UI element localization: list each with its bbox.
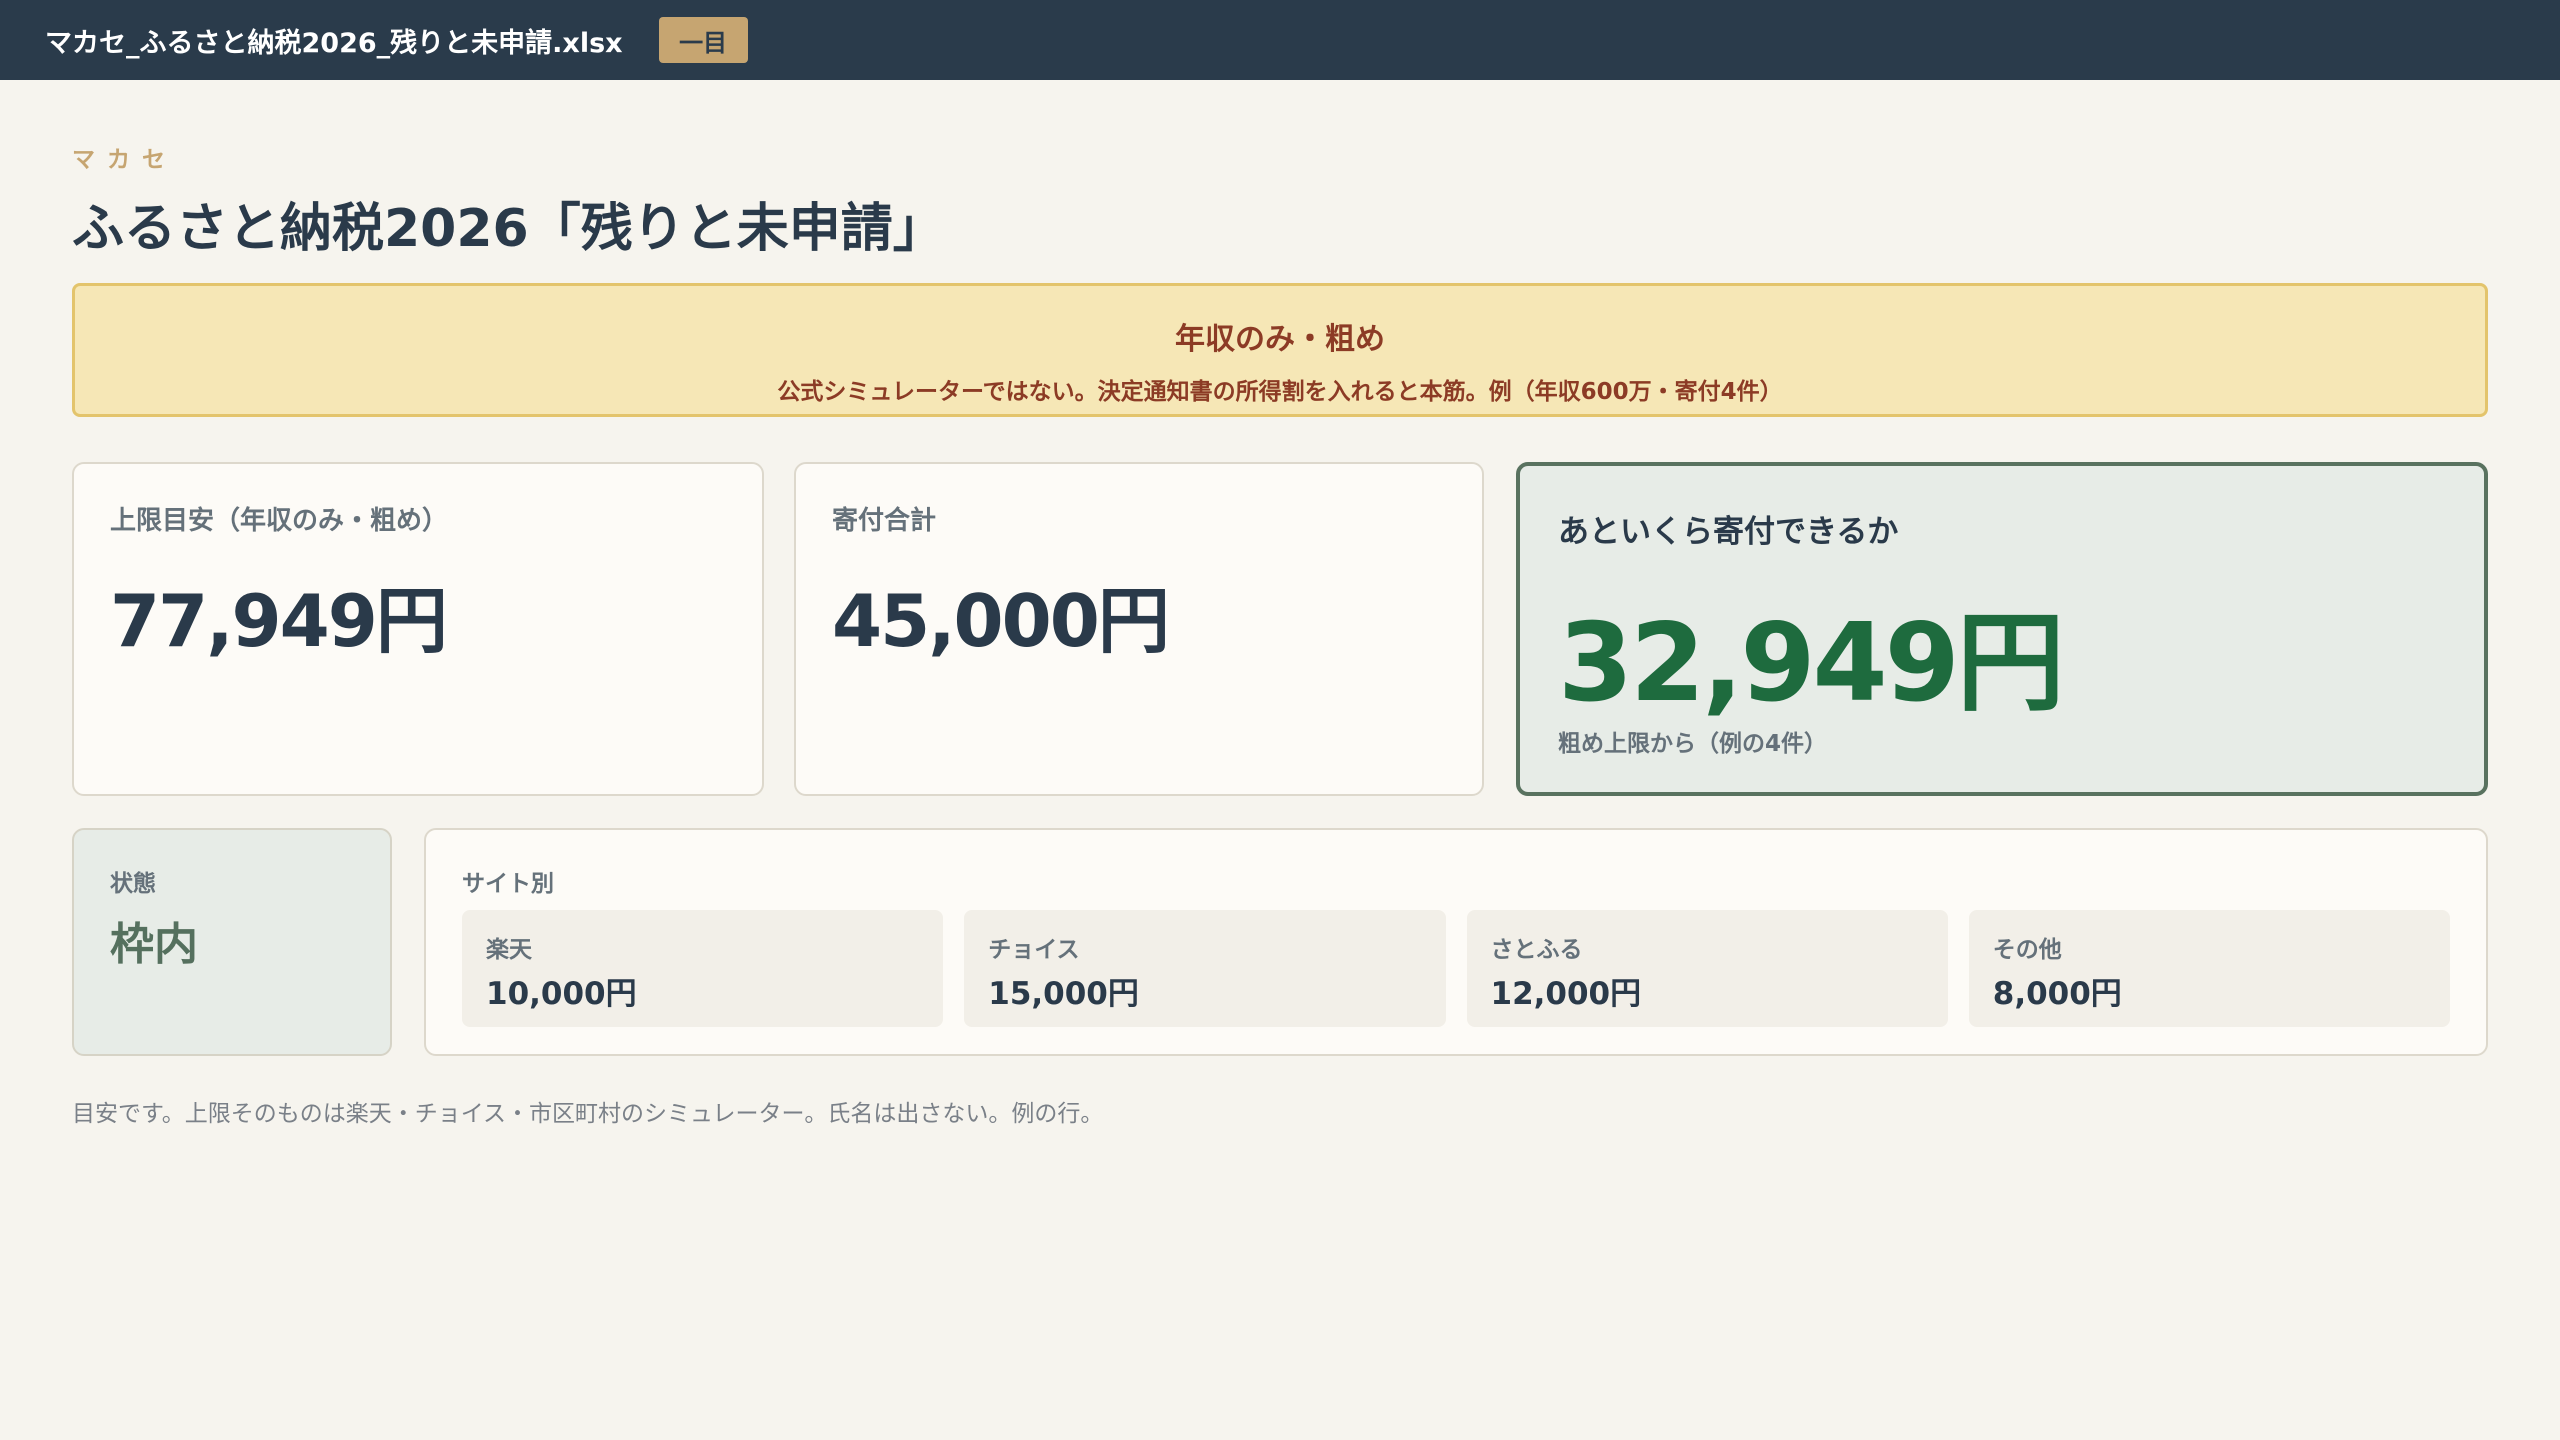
brand-label: マカセ — [72, 147, 177, 173]
site-name: チョイス — [988, 937, 1080, 963]
site-list: 楽天 10,000円 チョイス 15,000円 さとふる 12,000円 その他… — [462, 910, 2450, 1027]
site-tile-other: その他 8,000円 — [1968, 910, 2450, 1027]
site-amount: 15,000円 — [988, 976, 1139, 1012]
site-name: さとふる — [1490, 937, 1583, 963]
site-tile-choice: チョイス 15,000円 — [964, 910, 1446, 1027]
sites-card: サイト別 楽天 10,000円 チョイス 15,000円 さとふる 12,000… — [424, 828, 2488, 1056]
site-amount: 8,000円 — [1992, 976, 2122, 1012]
status-value: 枠内 — [110, 919, 198, 970]
sites-label: サイト別 — [462, 871, 554, 897]
donation-total-value: 45,000円 — [832, 579, 1170, 663]
site-amount: 12,000円 — [1490, 976, 1642, 1012]
site-tile-satofull: さとふる 12,000円 — [1466, 910, 1948, 1027]
footnote: 目安です。上限そのものは楽天・チョイス・市区町村のシミュレーター。氏名は出さない… — [72, 1101, 1104, 1127]
remaining-card: あといくら寄付できるか 32,949円 粗め上限から（例の4件） — [1516, 462, 2488, 796]
remaining-value: 32,949円 — [1558, 601, 2065, 726]
site-tile-rakuten: 楽天 10,000円 — [462, 910, 944, 1027]
limit-label: 上限目安（年収のみ・粗め） — [110, 506, 449, 536]
limit-card: 上限目安（年収のみ・粗め） 77,949円 — [72, 462, 764, 796]
window-filename: マカセ_ふるさと納税2026_残りと未申請.xlsx — [45, 27, 623, 59]
title-bar: マカセ_ふるさと納税2026_残りと未申請.xlsx 一目 — [0, 0, 2560, 80]
donation-total-label: 寄付合計 — [832, 506, 937, 536]
site-name: 楽天 — [486, 937, 532, 963]
remaining-note: 粗め上限から（例の4件） — [1558, 731, 1828, 757]
limit-value: 77,949円 — [110, 579, 448, 663]
disclaimer-banner: 年収のみ・粗め 公式シミュレーターではない。決定通知書の所得割を入れると本筋。例… — [72, 283, 2488, 417]
view-mode-badge[interactable]: 一目 — [658, 17, 748, 63]
donation-total-card: 寄付合計 45,000円 — [794, 462, 1484, 796]
status-card: 状態 枠内 — [72, 828, 392, 1056]
site-name: その他 — [1992, 937, 2062, 963]
disclaimer-headline: 年収のみ・粗め — [1175, 322, 1385, 357]
status-label: 状態 — [110, 871, 156, 897]
site-amount: 10,000円 — [486, 976, 637, 1012]
disclaimer-detail: 公式シミュレーターではない。決定通知書の所得割を入れると本筋。例（年収600万・… — [777, 379, 1783, 405]
page-title: ふるさと納税2026「残りと未申請」 — [72, 199, 945, 259]
remaining-label: あといくら寄付できるか — [1558, 514, 1899, 550]
